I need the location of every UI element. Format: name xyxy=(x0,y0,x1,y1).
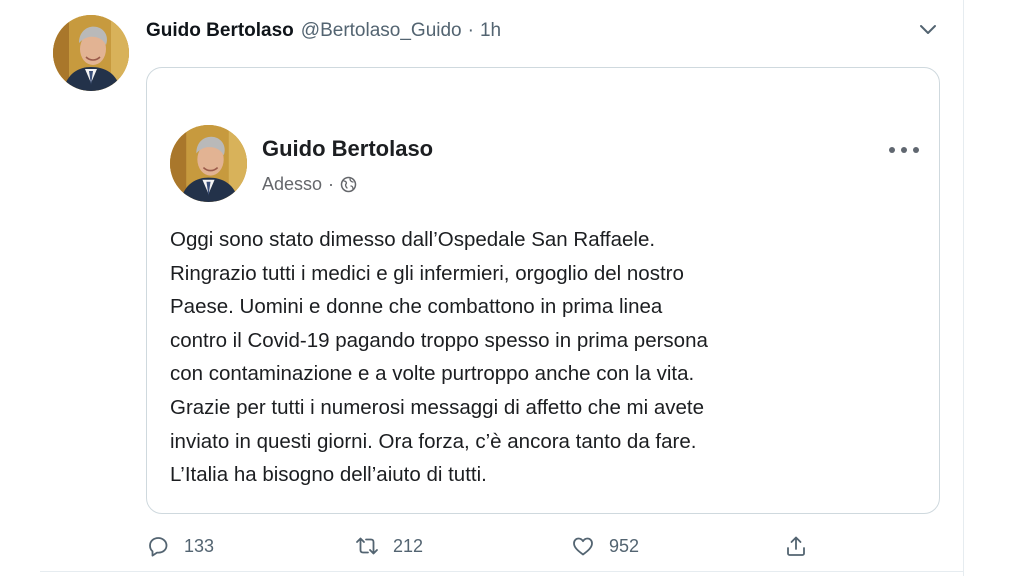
post-text-line: inviato in questi giorni. Ora forza, c’è… xyxy=(170,429,697,453)
globe-icon xyxy=(340,176,357,193)
more-dot xyxy=(913,147,919,153)
embedded-post-meta: Adesso · xyxy=(262,172,357,196)
reply-icon xyxy=(146,534,170,558)
like-button[interactable]: 952 xyxy=(571,528,639,564)
post-text-line: contro il Covid-19 pagando troppo spesso… xyxy=(170,328,708,352)
timeline-divider xyxy=(963,0,964,576)
more-dot xyxy=(901,147,907,153)
share-button[interactable] xyxy=(784,528,808,564)
retweet-count: 212 xyxy=(393,535,424,556)
meta-separator: · xyxy=(467,20,474,41)
chevron-down-icon[interactable] xyxy=(917,20,939,40)
like-count: 952 xyxy=(609,535,640,556)
retweet-icon xyxy=(355,534,379,558)
tweet-actions: 133 212 952 xyxy=(0,528,1024,564)
meta-separator: · xyxy=(328,173,335,194)
more-horizontal-icon[interactable] xyxy=(889,142,919,158)
retweet-button[interactable]: 212 xyxy=(355,528,423,564)
embedded-post-card[interactable]: Guido Bertolaso Adesso · Oggi sono stato… xyxy=(146,67,940,514)
embedded-post-author-name[interactable]: Guido Bertolaso xyxy=(262,136,433,162)
reply-count: 133 xyxy=(184,535,215,556)
post-text-line: con contaminazione e a volte purtroppo a… xyxy=(170,362,695,386)
post-text-line: Paese. Uomini e donne che combattono in … xyxy=(170,295,663,319)
reply-button[interactable]: 133 xyxy=(146,528,214,564)
post-text-line: Ringrazio tutti i medici e gli infermier… xyxy=(170,261,684,285)
profile-photo xyxy=(170,125,247,202)
post-text-line: L’Italia ha bisogno dell’aiuto di tutti. xyxy=(170,463,487,487)
author-name[interactable]: Guido Bertolaso xyxy=(146,20,294,42)
tweet-timestamp[interactable]: 1h xyxy=(480,20,501,42)
author-handle[interactable]: @Bertolaso_Guido xyxy=(301,20,462,42)
embedded-post-avatar[interactable] xyxy=(170,125,247,202)
post-text-line: Oggi sono stato dimesso dall’Ospedale Sa… xyxy=(170,228,656,251)
post-text-line: Grazie per tutti i numerosi messaggi di … xyxy=(170,395,705,419)
tweet-separator xyxy=(40,571,964,572)
embedded-post-timestamp[interactable]: Adesso xyxy=(262,174,322,195)
embedded-post-text: Oggi sono stato dimesso dall’Ospedale Sa… xyxy=(170,223,930,492)
avatar[interactable] xyxy=(53,15,129,91)
tweet-header: Guido Bertolaso @Bertolaso_Guido · 1h xyxy=(146,19,501,43)
more-dot xyxy=(889,147,895,153)
share-icon xyxy=(784,534,808,558)
profile-photo xyxy=(53,15,129,91)
heart-icon xyxy=(571,534,595,558)
